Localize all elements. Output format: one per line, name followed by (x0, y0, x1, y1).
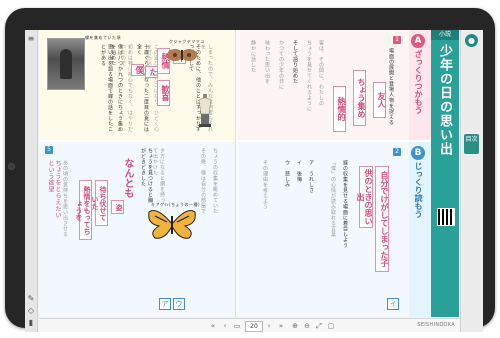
answer-choice[interactable]: ウ (173, 298, 185, 310)
text-column: 味わった思い出を (264, 40, 270, 84)
answer-choice[interactable]: イ (387, 298, 399, 310)
first-page-icon[interactable]: « (209, 322, 217, 330)
bottom-toolbar: « ‹ ▭ 20 › » ⊕ ⊖ ⤢ ▢ SEISHINDOKA (39, 318, 459, 332)
section-b-title: じっくり読もう (414, 162, 423, 218)
section-b-band: B じっくり読もう (409, 142, 431, 317)
textbook-spread: 蝶を集めていた頃 思い出を語る場面で蝶の話をしたことがある 僕は八つか九つのとき… (39, 30, 459, 317)
text-column: 初めは特に熱心でもなく、はやりだったので (120, 44, 133, 132)
keyword-box[interactable]: 熱情をもってちょうを (75, 180, 92, 240)
text-column: そして語り始めた (292, 40, 298, 84)
keyword-box[interactable]: 熱情的 (333, 86, 346, 132)
section-a-band: A ざっくりつかもう (409, 30, 431, 140)
chapter-title-band: 小説 少年の日の思い出 (431, 30, 459, 317)
keyword-box[interactable]: た (145, 66, 158, 78)
keyword-box[interactable]: 待ち伏せていた (91, 180, 108, 226)
question-number: 5 (45, 146, 53, 154)
bookmark-icon[interactable]: ▢ (327, 322, 335, 330)
menu-icon[interactable]: ≡ (26, 34, 36, 44)
text-column: ちょうを見せてくれるように (306, 40, 312, 112)
text-column: 静かに話した (250, 40, 256, 73)
text-column: ア うれしさ (308, 160, 314, 193)
butterfly-icon (148, 210, 196, 239)
text-column: 夕方になると網を持って出かけた (152, 148, 165, 203)
section-a-letter: A (411, 34, 425, 48)
spread-view-icon[interactable]: ▭ (233, 322, 241, 330)
left-page: 蝶を集めていた頃 思い出を語る場面で蝶の話をしたことがある 僕は八つか九つのとき… (39, 30, 236, 317)
tablet-frame: ≡ ✎ ◇ ▮ 蝶を集めていた頃 思い出を語る場面で蝶の話をしたことがある 僕は… (5, 8, 495, 332)
keyword-text: なんとも (122, 158, 133, 198)
keyword-box[interactable]: 姿 (111, 200, 124, 214)
moth-icon (167, 49, 197, 61)
zoom-in-icon[interactable]: ⊕ (291, 322, 299, 330)
eraser-icon[interactable]: ◇ (26, 306, 36, 316)
keyword-box[interactable]: 友人 (373, 82, 386, 118)
answer-choice[interactable]: ア (159, 298, 171, 310)
keyword-text: ちょうをとらえたいという欲望 (47, 160, 61, 219)
camera-icon (8, 163, 15, 170)
question-number: 1 (393, 36, 401, 44)
text-column: その理由を考えよう (262, 160, 268, 210)
text-column: 「僕」の心情が読み取れる言葉 (330, 160, 336, 237)
text-column: イ 後悔 (296, 160, 302, 182)
butterfly-caption: キアゲハ(ちょうの一種) (151, 202, 201, 207)
contents-button[interactable]: 目次 (464, 134, 479, 154)
text-column: その晩、僕は自分の部屋で (200, 148, 206, 214)
text-column: ウ 悲しみ (284, 160, 290, 188)
page-number-input[interactable]: 20 (245, 321, 263, 332)
text-column: 客は、その間に、わたしの (318, 40, 324, 106)
boy-photo (47, 38, 85, 90)
section-a-title: ざっくりつかもう (414, 50, 423, 114)
section-b-letter: B (411, 146, 425, 160)
keyword-box[interactable]: ちょう集め (353, 70, 366, 126)
text-column: あの頃の気持ちを思い出させる (62, 160, 68, 237)
publisher-logo: SEISHINDOKA (417, 322, 455, 328)
text-column: かつての少年の日に (278, 40, 284, 90)
text-column: ちょうの収集を眺めていた (212, 148, 218, 214)
screen: ≡ ✎ ◇ ▮ 蝶を集めていた頃 思い出を語る場面で蝶の話をしたことがある 僕は… (25, 30, 483, 332)
left-tool-strip: ≡ ✎ ◇ ▮ (25, 30, 38, 332)
chapter-title: 少年の日の思い出 (437, 44, 452, 156)
prev-page-icon[interactable]: ‹ (221, 322, 229, 330)
right-sidebar: ● 目次 (460, 30, 483, 332)
keyword-box[interactable]: 供のときの思い出 (356, 166, 373, 228)
fit-icon[interactable]: ⤢ (315, 322, 323, 330)
text-column: 蝶の収集を見せる場面に着目しよう (342, 160, 348, 248)
keyword-box[interactable]: 歓喜 (157, 80, 170, 106)
text-column: 場面の展開と登場人物を捉える (388, 48, 394, 125)
grade-tag: 小説 (431, 30, 459, 40)
moth-caption: クジャクヤママユ (169, 39, 205, 44)
right-page: A ざっくりつかもう B じっくり読もう 1 友人 ちょう集め 熱情的 場面の展… (237, 30, 459, 317)
qr-code-icon[interactable] (437, 208, 455, 226)
zoom-out-icon[interactable]: ⊖ (303, 322, 311, 330)
photo-caption: 蝶を集めていた頃 (85, 35, 121, 40)
user-icon[interactable]: ● (465, 34, 478, 47)
question-number: 2 (393, 148, 401, 156)
lamp-icon (198, 94, 212, 127)
keyword-box[interactable]: 僕 (131, 64, 144, 76)
keyword-box[interactable]: 自分でけがしてしまった子 (375, 166, 389, 272)
next-page-icon[interactable]: › (265, 322, 273, 330)
pen-icon[interactable]: ✎ (26, 294, 36, 304)
marker-icon[interactable]: ▮ (26, 318, 36, 328)
last-page-icon[interactable]: » (277, 322, 285, 330)
